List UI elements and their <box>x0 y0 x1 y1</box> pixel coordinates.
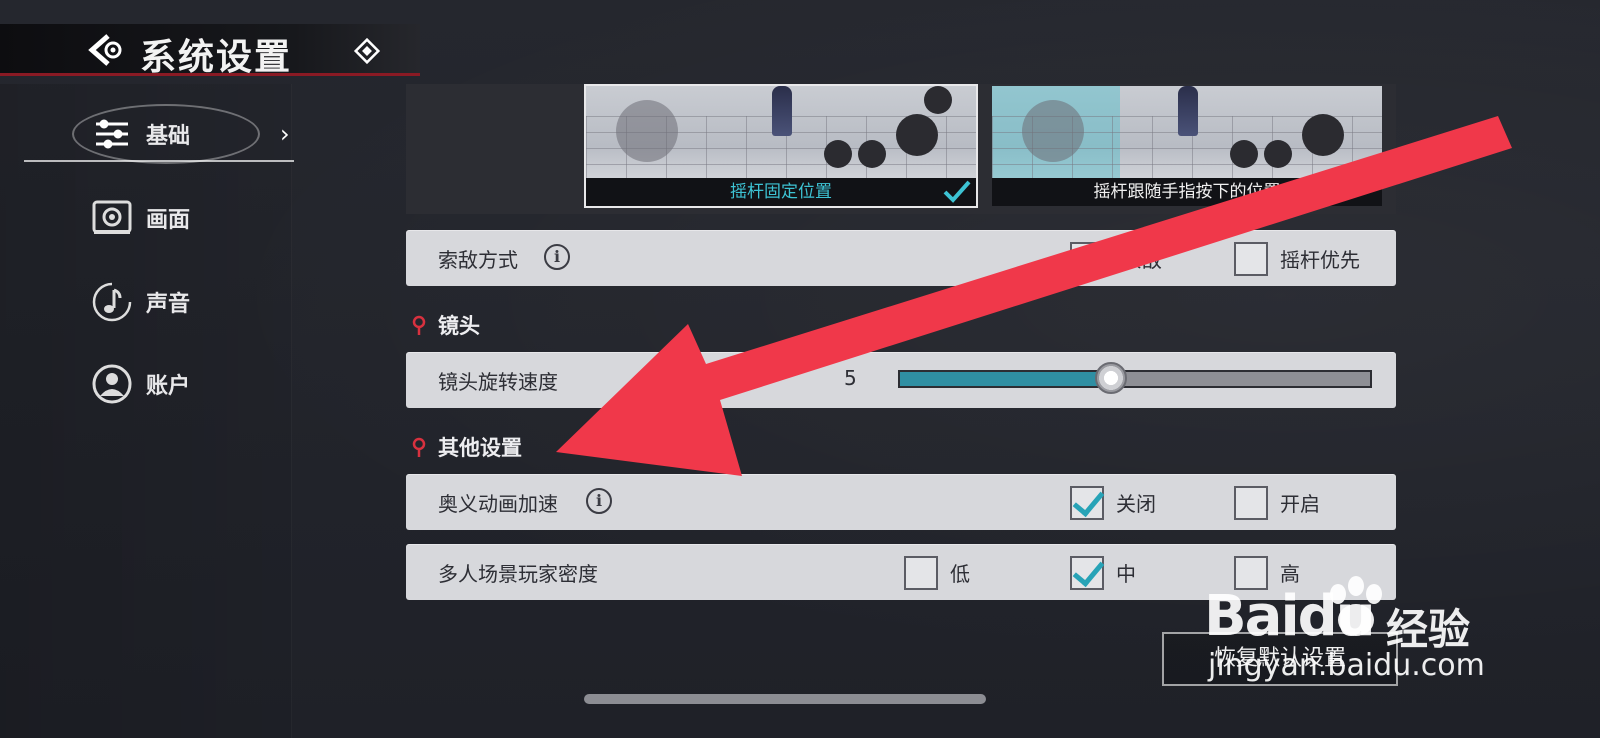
section-other: 其他设置 <box>412 432 522 462</box>
density-mid-label: 中 <box>1116 562 1136 586</box>
section-title: 其他设置 <box>438 436 522 460</box>
page-title: 系统设置 <box>140 37 293 78</box>
sidebar-item-label: 账户 <box>146 374 191 399</box>
checkmark-icon <box>943 180 971 203</box>
music-note-icon <box>92 282 132 322</box>
character-figure <box>772 86 792 136</box>
baidu-watermark: Baidu 经验 jingyan.baidu.com <box>1200 576 1500 690</box>
camera-rotation-value: 5 <box>844 366 857 390</box>
sidebar-item-basic[interactable]: 基础 › <box>72 104 290 164</box>
ultimate-on-label: 开启 <box>1280 492 1320 516</box>
sidebar-item-sound[interactable]: 声音 <box>90 274 290 330</box>
player-density-label: 多人场景玩家密度 <box>438 562 598 586</box>
sidebar-item-account[interactable]: 账户 <box>90 356 290 412</box>
user-icon <box>92 364 132 404</box>
targeting-label: 索敌方式 <box>438 248 518 272</box>
ultimate-on-checkbox[interactable] <box>1234 486 1268 520</box>
targeting-option-checkbox[interactable] <box>1070 242 1104 276</box>
info-icon[interactable]: i <box>544 244 570 270</box>
joystick-priority-label: 摇杆优先 <box>1280 248 1360 272</box>
joystick-priority-checkbox[interactable] <box>1234 242 1268 276</box>
targeting-row: 索敌方式 i 索敌 摇杆优先 <box>406 230 1396 286</box>
joystick-preview-area: 摇杆固定位置 摇杆跟随手指按下的位置 <box>406 84 1396 214</box>
joystick-option-fixed[interactable]: 摇杆固定位置 <box>584 84 978 208</box>
header-bar: 系统设置 <box>0 24 420 78</box>
density-mid-checkbox[interactable] <box>1070 556 1104 590</box>
display-icon <box>92 200 132 234</box>
joystick-caption: 摇杆固定位置 <box>586 178 976 206</box>
active-oval <box>72 104 260 164</box>
camera-rotation-label: 镜头旋转速度 <box>438 370 558 394</box>
joystick-caption: 摇杆跟随手指按下的位置 <box>992 178 1382 206</box>
slider-fill <box>900 372 1112 386</box>
pin-icon <box>412 315 426 335</box>
pin-icon <box>412 437 426 457</box>
density-low-label: 低 <box>950 562 970 586</box>
section-camera: 镜头 <box>412 310 480 340</box>
info-icon[interactable]: i <box>586 488 612 514</box>
sidebar-item-label: 画面 <box>146 208 191 233</box>
camera-rotation-slider[interactable] <box>898 370 1372 388</box>
watermark-url: jingyan.baidu.com <box>1208 648 1485 683</box>
character-figure <box>1178 86 1198 136</box>
joystick-option-follow[interactable]: 摇杆跟随手指按下的位置 <box>990 84 1384 208</box>
sidebar-item-display[interactable]: 画面 <box>90 190 290 246</box>
home-indicator[interactable] <box>584 694 986 704</box>
camera-rotation-row: 镜头旋转速度 5 <box>406 352 1396 408</box>
ultimate-off-checkbox[interactable] <box>1070 486 1104 520</box>
paw-icon <box>1330 576 1382 636</box>
targeting-option-label: 索敌 <box>1122 248 1162 272</box>
density-low-checkbox[interactable] <box>904 556 938 590</box>
slider-knob[interactable] <box>1095 362 1128 394</box>
diamond-icon <box>353 37 381 65</box>
back-icon[interactable] <box>86 32 126 68</box>
ultimate-speed-row: 奥义动画加速 i 关闭 开启 <box>406 474 1396 530</box>
sidebar-item-label: 声音 <box>146 292 191 317</box>
section-title: 镜头 <box>438 314 480 338</box>
ultimate-off-label: 关闭 <box>1116 492 1156 516</box>
chevron-right-icon: › <box>280 120 290 148</box>
ultimate-speed-label: 奥义动画加速 <box>438 492 558 516</box>
